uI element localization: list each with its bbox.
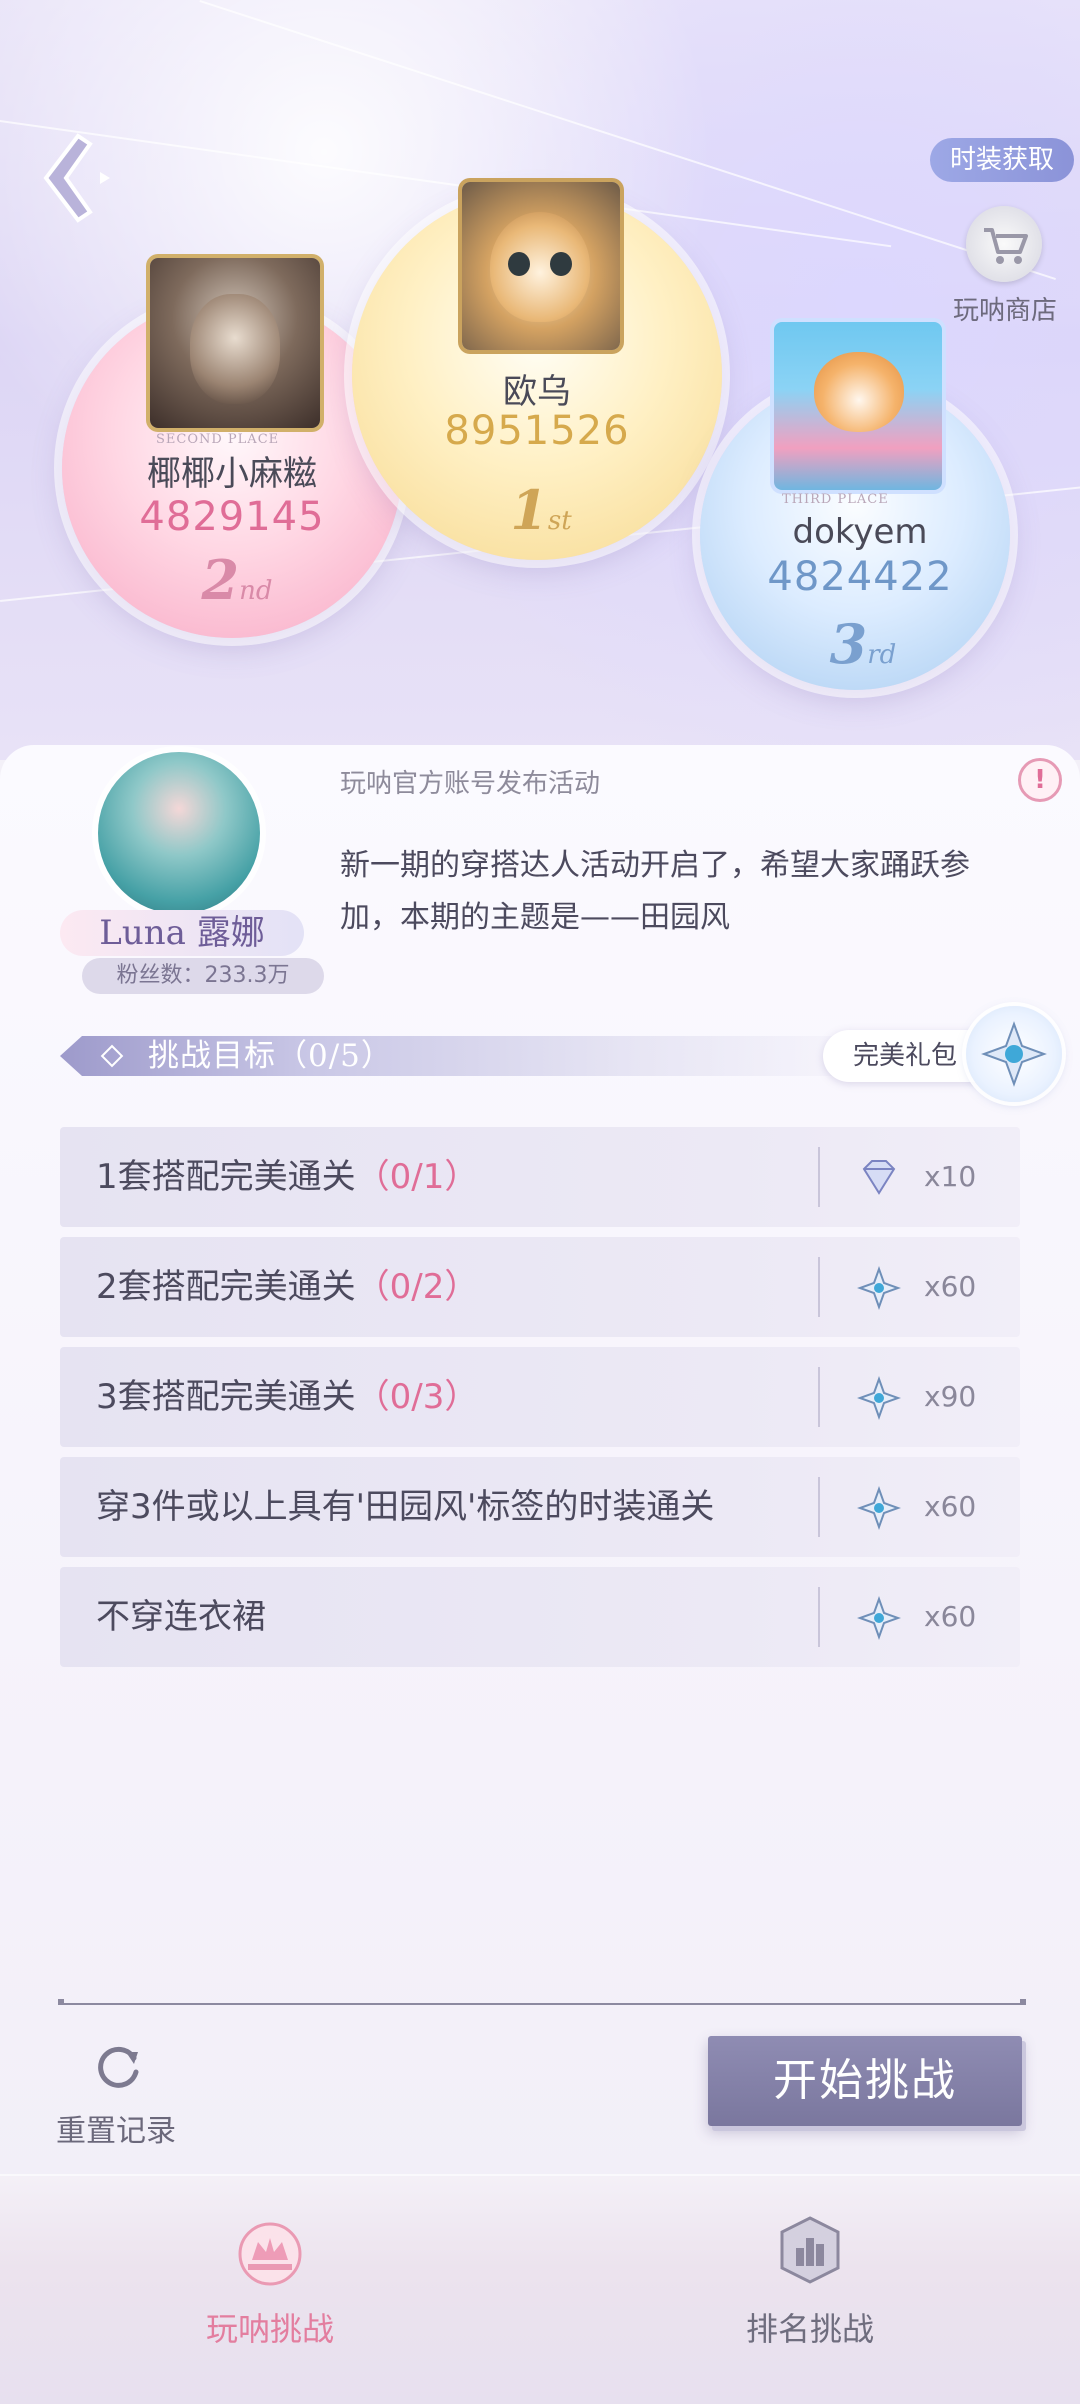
task-row[interactable]: 3套搭配完美通关（0/3） x90 [60, 1347, 1020, 1447]
task-row[interactable]: 不穿连衣裙 x60 [60, 1567, 1020, 1667]
tab-label: 玩呐挑战 [205, 2310, 334, 2348]
task-row[interactable]: 1套搭配完美通关（0/1） x10 [60, 1127, 1020, 1227]
event-message: 新一期的穿搭达人活动开启了，希望大家踊跃参加，本期的主题是——田园风 [340, 848, 970, 935]
reward-quantity: x60 [924, 1270, 977, 1303]
npc-avatar[interactable] [98, 752, 260, 914]
rank-3-score: 4824422 [767, 554, 953, 600]
task-label: 1套搭配完美通关（0/1） [96, 1127, 478, 1227]
cat-eye [508, 252, 530, 276]
star-crystal-icon [857, 1266, 901, 1310]
rank-3-name: dokyem [792, 512, 928, 552]
rank-3-suffix: rd [867, 640, 897, 670]
message-source: 玩呐官方账号发布活动 [340, 769, 601, 799]
reset-label[interactable]: 重置记录 [56, 2106, 176, 2150]
diamond-icon [862, 1160, 896, 1195]
rank-3-avatar[interactable] [774, 322, 942, 490]
tab-ranking-challenge[interactable]: 排名挑战 [700, 2200, 920, 2360]
rank-2-score: 4829145 [139, 494, 325, 540]
task-text: 穿3件或以上具有'田园风'标签的时装通关 [96, 1487, 715, 1527]
divider-dot [58, 1999, 64, 2005]
star-crystal-icon [857, 1596, 901, 1640]
task-label: 3套搭配完美通关（0/3） [96, 1347, 478, 1447]
shop-button[interactable] [966, 206, 1042, 282]
task-text: 3套搭配完美通关 [96, 1377, 356, 1417]
star-crystal-icon [981, 1021, 1047, 1087]
row-divider [818, 1587, 820, 1647]
reward-quantity: x90 [924, 1380, 977, 1413]
npc-name: Luna 露娜 [60, 910, 304, 956]
diamond-bullet-icon [100, 1044, 124, 1068]
rank-2-number: 2 [201, 548, 240, 612]
npc-fan-count: 粉丝数：233.3万 [82, 958, 324, 994]
star-crystal-icon [857, 1376, 901, 1420]
cat-face [490, 212, 590, 322]
rank-3-number: 3 [829, 612, 868, 676]
rank-1-avatar[interactable] [462, 182, 620, 350]
reset-button[interactable] [94, 2040, 146, 2092]
task-progress: （0/3） [355, 1377, 479, 1417]
task-progress: （0/1） [355, 1157, 479, 1197]
rank-2-mark: 2nd [182, 548, 292, 612]
reward-quantity: x60 [924, 1490, 977, 1523]
cat-eye [550, 252, 572, 276]
goal-title: 挑战目标（0/5） [148, 1038, 393, 1074]
task-progress: （0/2） [355, 1267, 479, 1307]
rank-3-place-tag: THIRD PLACE [782, 492, 889, 507]
rank-1-mark: 1st [486, 478, 596, 542]
back-arrow-icon [43, 133, 110, 223]
section-divider [60, 2003, 1024, 2005]
ranking-badge-icon [780, 2216, 840, 2284]
star-crystal-icon [857, 1486, 901, 1530]
task-text: 不穿连衣裙 [96, 1597, 266, 1637]
rank-1-name: 欧乌 [503, 372, 571, 412]
task-label: 2套搭配完美通关（0/2） [96, 1237, 478, 1337]
start-challenge-button[interactable]: 开始挑战 [708, 2036, 1022, 2126]
reward-quantity: x60 [924, 1600, 977, 1633]
row-divider [818, 1147, 820, 1207]
reward-quantity: x10 [924, 1160, 977, 1193]
outfit-acquire-tag[interactable]: 时装获取 [930, 138, 1074, 182]
warning-icon[interactable]: ! [1018, 758, 1062, 802]
rank-2-place-tag: SECOND PLACE [156, 432, 280, 447]
rank-2-name: 椰椰小麻糍 [147, 454, 317, 494]
rank-1-suffix: st [547, 506, 572, 536]
task-row[interactable]: 穿3件或以上具有'田园风'标签的时装通关 x60 [60, 1457, 1020, 1557]
rank-3-mark: 3rd [808, 612, 918, 676]
divider-dot [1020, 1999, 1026, 2005]
rank-1-score: 8951526 [444, 408, 630, 454]
task-row[interactable]: 2套搭配完美通关（0/2） x60 [60, 1237, 1020, 1337]
portrait-face [190, 294, 280, 404]
task-label: 不穿连衣裙 [96, 1567, 266, 1667]
rank-2-avatar[interactable] [150, 258, 320, 428]
task-label: 穿3件或以上具有'田园风'标签的时装通关 [96, 1457, 714, 1557]
dog-face [814, 352, 904, 432]
cart-icon [984, 228, 1028, 264]
crown-badge-icon [238, 2222, 302, 2286]
row-divider [818, 1257, 820, 1317]
tab-label: 排名挑战 [745, 2310, 874, 2348]
rank-2-suffix: nd [239, 576, 273, 606]
reset-icon [98, 2046, 139, 2088]
row-divider [818, 1367, 820, 1427]
back-button[interactable] [38, 128, 118, 228]
row-divider [818, 1477, 820, 1537]
gift-crystal-badge[interactable] [966, 1006, 1062, 1102]
task-text: 1套搭配完美通关 [96, 1157, 356, 1197]
task-text: 2套搭配完美通关 [96, 1267, 356, 1307]
tab-wanna-challenge[interactable]: 玩呐挑战 [160, 2200, 380, 2360]
rank-1-number: 1 [510, 478, 548, 542]
shop-label[interactable]: 玩呐商店 [940, 290, 1070, 327]
